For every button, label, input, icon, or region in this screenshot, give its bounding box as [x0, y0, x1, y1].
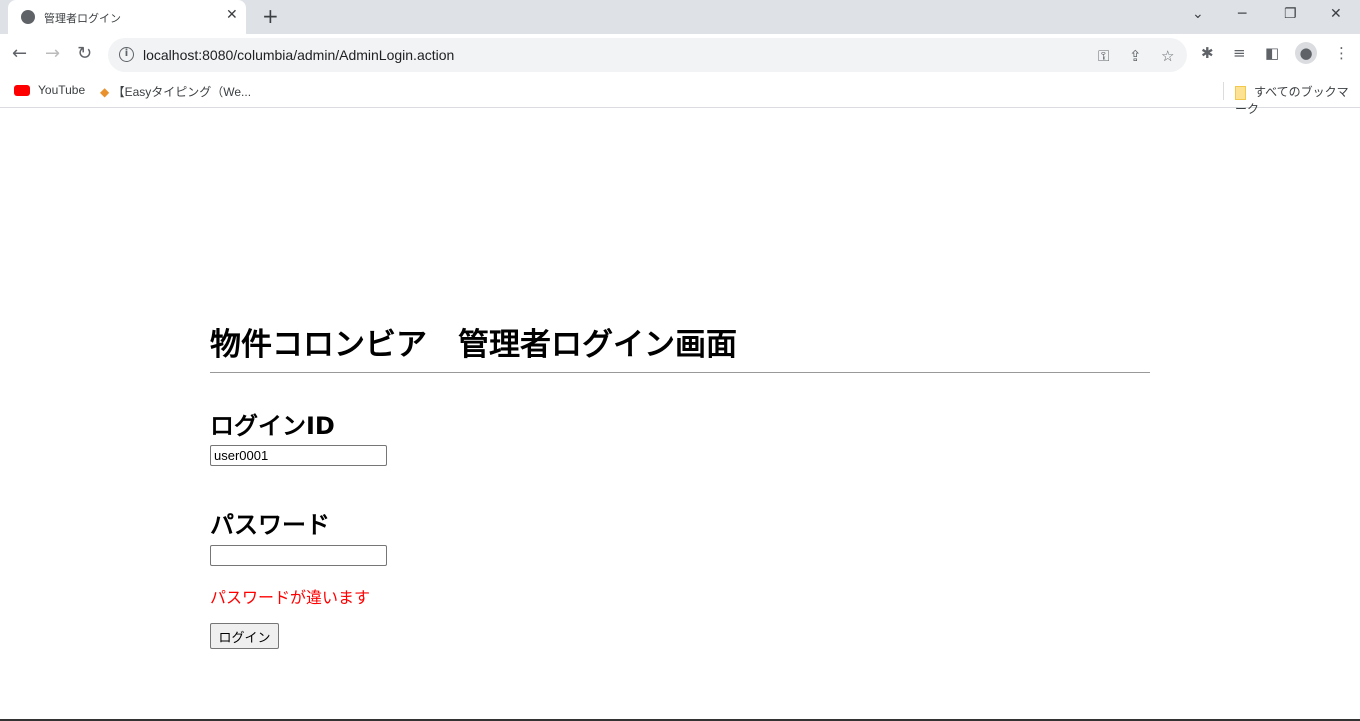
login-id-label: ログインID	[210, 412, 335, 440]
password-label: パスワード	[210, 511, 330, 539]
close-window-icon[interactable]: ✕	[1330, 6, 1342, 22]
side-panel-icon[interactable]: ◧	[1265, 44, 1279, 62]
tab-search-icon[interactable]: ⌄	[1192, 6, 1204, 22]
divider	[210, 372, 1150, 373]
tab-admin-login[interactable]: 管理者ログイン ✕	[8, 0, 246, 34]
back-icon[interactable]: ←	[12, 43, 27, 64]
toolbar: ← → ↻ i localhost:8080/columbia/admin/Ad…	[0, 34, 1360, 76]
bookmark-easy-typing[interactable]: ◆ 【Easyタイピング（We...	[100, 83, 251, 100]
info-icon[interactable]: i	[119, 47, 134, 62]
bookmark-youtube[interactable]: YouTube	[14, 83, 85, 97]
profile-icon[interactable]: ●	[1295, 42, 1317, 64]
page-title: 物件コロンビア 管理者ログイン画面	[210, 327, 737, 363]
minimize-icon[interactable]: ─	[1238, 6, 1246, 22]
new-tab-icon[interactable]: +	[262, 4, 279, 28]
login-button[interactable]: ログイン	[210, 623, 279, 649]
youtube-icon	[14, 85, 30, 97]
mascot-icon: ◆	[100, 85, 110, 99]
forward-icon[interactable]: →	[45, 43, 60, 64]
tab-strip: 管理者ログイン ✕ + ⌄ ─ ❐ ✕	[0, 0, 1360, 34]
url-text[interactable]: localhost:8080/columbia/admin/AdminLogin…	[143, 47, 454, 63]
reload-icon[interactable]: ↻	[77, 43, 92, 64]
error-message: パスワードが違います	[210, 588, 371, 607]
globe-icon	[21, 10, 35, 24]
divider	[1223, 82, 1224, 100]
address-bar[interactable]: i localhost:8080/columbia/admin/AdminLog…	[108, 38, 1187, 72]
restore-icon[interactable]: ❐	[1284, 6, 1297, 22]
password-input[interactable]	[210, 545, 387, 566]
tab-title: 管理者ログイン	[44, 12, 121, 25]
folder-icon	[1235, 85, 1246, 100]
all-bookmarks[interactable]: すべてのブックマーク	[1235, 83, 1360, 117]
extensions-icon[interactable]: ✱	[1201, 44, 1214, 62]
share-icon[interactable]: ⇪	[1129, 47, 1142, 65]
media-icon[interactable]: ≡	[1233, 44, 1246, 62]
key-icon[interactable]: ⚿	[1098, 47, 1109, 65]
menu-icon[interactable]: ⋮	[1334, 44, 1349, 62]
close-tab-icon[interactable]: ✕	[226, 7, 238, 23]
bookmarks-bar: YouTube ◆ 【Easyタイピング（We... すべてのブックマーク	[0, 76, 1360, 116]
star-icon[interactable]: ☆	[1161, 47, 1174, 65]
login-id-input[interactable]	[210, 445, 387, 466]
